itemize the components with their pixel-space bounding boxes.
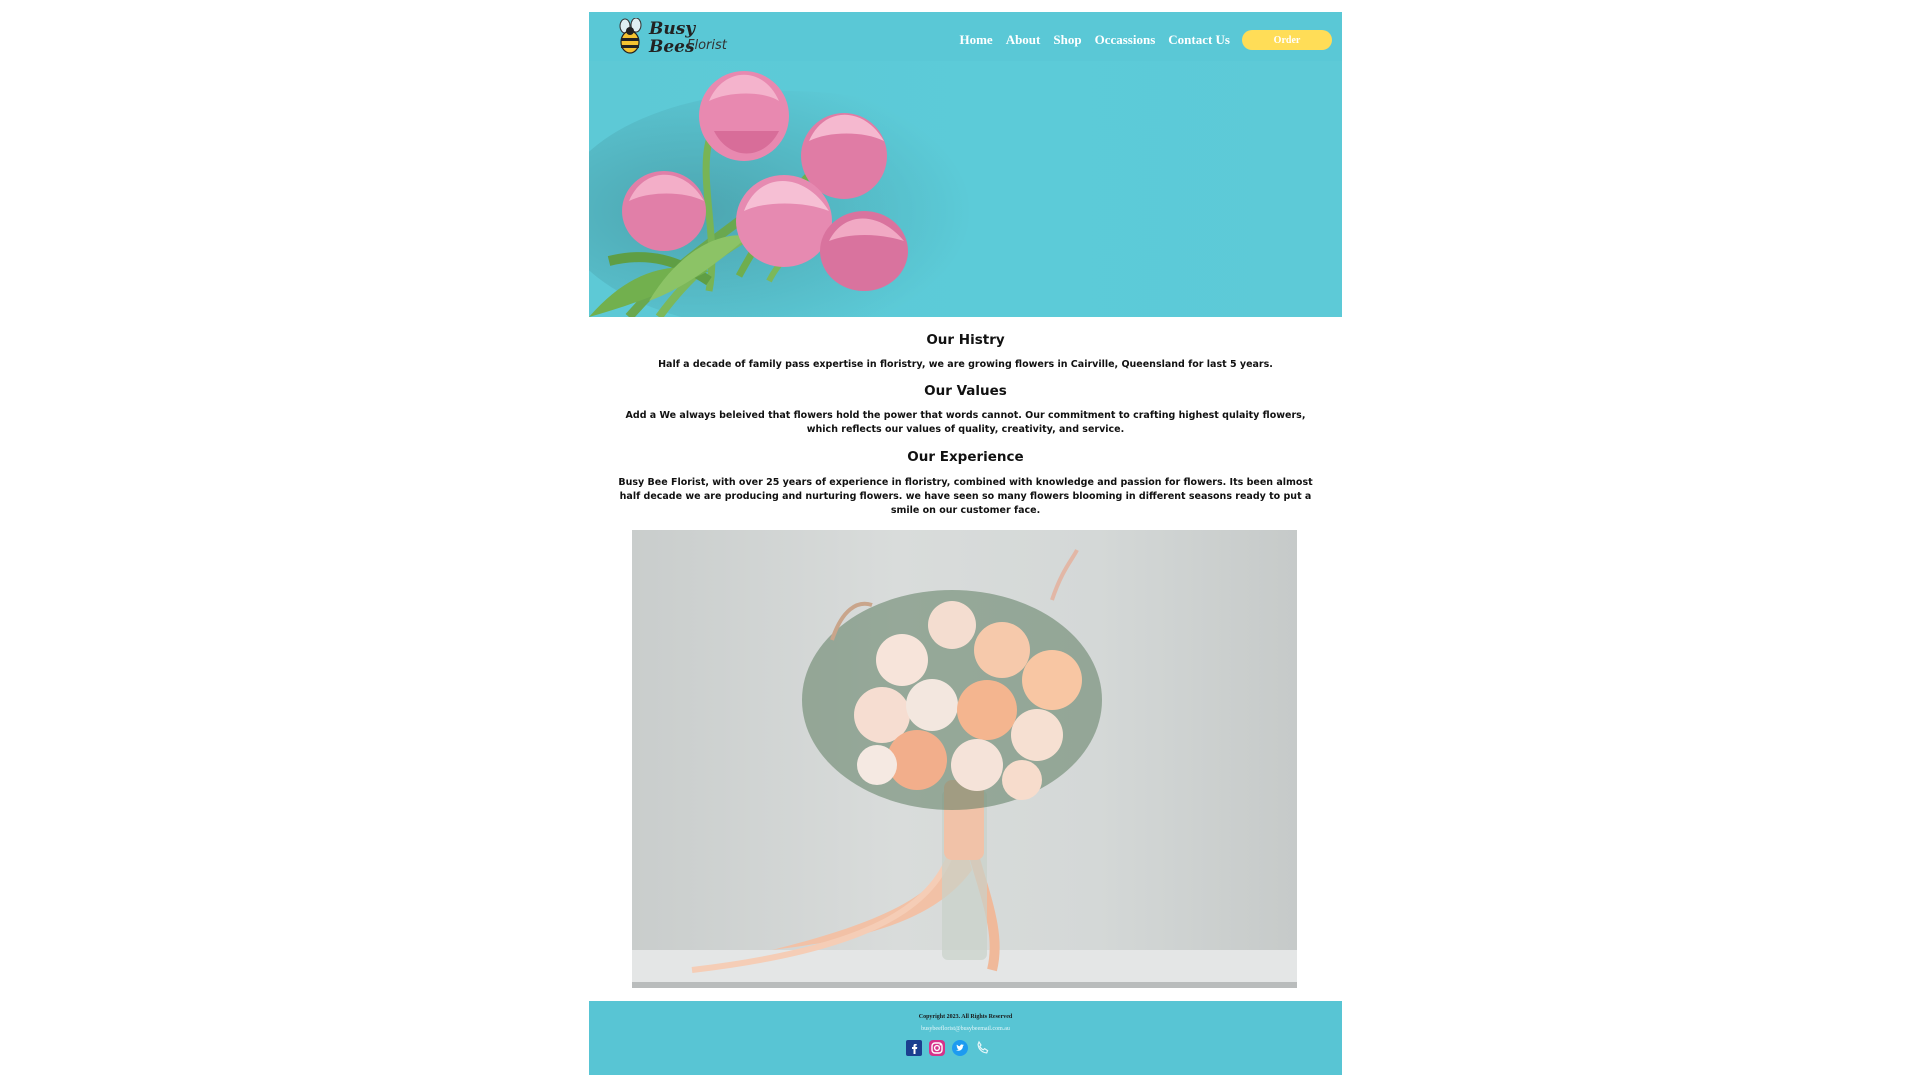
page: Busy Bees Florist Home About Shop Occass…	[589, 12, 1342, 1075]
social-links	[906, 1040, 991, 1056]
section-title: Our Histry	[926, 332, 1005, 348]
nav-shop[interactable]: Shop	[1053, 32, 1081, 48]
order-button[interactable]: Order	[1242, 30, 1332, 50]
section-title: Our Values	[924, 383, 1007, 399]
nav-home[interactable]: Home	[959, 32, 992, 48]
phone-icon[interactable]	[975, 1040, 991, 1056]
section-text: Busy Bee Florist, with over 25 years of …	[618, 477, 1313, 516]
section-title: Our Experience	[907, 449, 1024, 465]
section-text: Add a We always beleived that flowers ho…	[625, 410, 1306, 435]
section-experience: Our Experience Busy Bee Florist, with ov…	[589, 449, 1342, 518]
twitter-icon[interactable]	[952, 1040, 968, 1056]
section-text: Half a decade of family pass expertise i…	[658, 359, 1273, 370]
bee-icon	[619, 18, 642, 54]
facebook-icon[interactable]	[906, 1040, 922, 1056]
section-values: Our Values Add a We always beleived that…	[589, 383, 1342, 437]
nav-occassions[interactable]: Occassions	[1095, 32, 1156, 48]
nav-about[interactable]: About	[1006, 32, 1041, 48]
instagram-icon[interactable]	[929, 1040, 945, 1056]
logo-subtitle: Florist	[687, 38, 727, 53]
footer-email-link[interactable]: busybeeflorist@busybeemail.com.au	[589, 1026, 1342, 1032]
logo[interactable]: Busy Bees Florist	[617, 18, 727, 58]
nav-contact-us[interactable]: Contact Us	[1168, 32, 1230, 48]
bouquet-image	[632, 530, 1297, 988]
tulip-bouquet-image	[589, 71, 1019, 317]
main-nav: Home About Shop Occassions Contact Us Or…	[946, 30, 1332, 50]
footer: Copyright 2023. All Rights Reserved busy…	[589, 1001, 1342, 1075]
copyright-text: Copyright 2023. All Rights Reserved	[918, 1014, 1013, 1020]
top-navbar: Busy Bees Florist Home About Shop Occass…	[589, 12, 1342, 61]
section-history: Our Histry Half a decade of family pass …	[589, 332, 1342, 372]
hero-banner: Busy Bees Florist Home About Shop Occass…	[589, 12, 1342, 317]
